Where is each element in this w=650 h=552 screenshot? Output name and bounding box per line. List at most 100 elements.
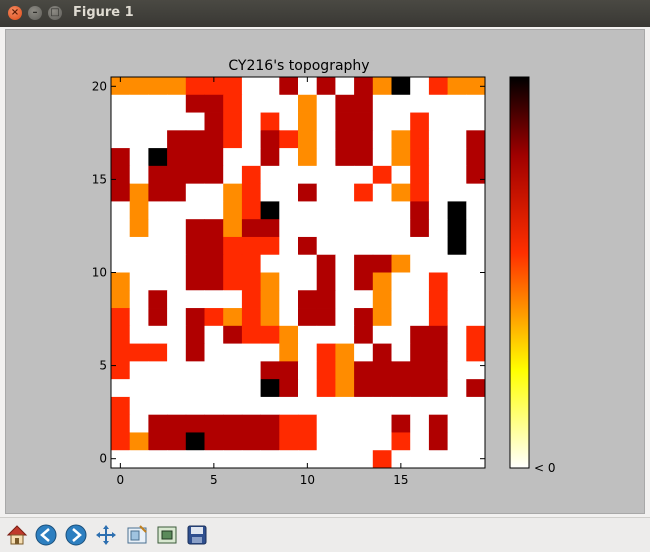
heatmap-cell	[185, 414, 205, 433]
heatmap-cell	[447, 379, 467, 398]
heatmap-cell	[148, 343, 168, 362]
save-icon[interactable]	[184, 522, 210, 548]
heatmap-cell	[185, 130, 205, 149]
x-tick-label: 5	[210, 473, 218, 487]
heatmap-cell	[372, 219, 392, 238]
heatmap-cell	[335, 165, 355, 185]
heatmap-cell	[410, 325, 430, 344]
heatmap-cell	[279, 272, 299, 291]
minimize-icon[interactable]: –	[28, 6, 42, 20]
heatmap-cell	[185, 308, 205, 327]
heatmap-cell	[372, 308, 392, 327]
heatmap-cell	[279, 379, 299, 398]
heatmap-cell	[241, 112, 261, 131]
forward-arrow-icon[interactable]	[63, 522, 89, 548]
zoom-rect-icon[interactable]	[154, 522, 180, 548]
heatmap-cell	[167, 148, 187, 167]
back-arrow-icon[interactable]	[33, 522, 59, 548]
heatmap-cell	[148, 112, 168, 131]
heatmap-cell	[279, 432, 299, 451]
heatmap-cell	[410, 130, 430, 149]
heatmap-cell	[279, 308, 299, 327]
heatmap-cell	[410, 343, 430, 362]
heatmap-cell	[335, 112, 355, 131]
heatmap-cell	[167, 254, 187, 273]
heatmap-cell	[223, 254, 243, 273]
heatmap-cell	[129, 432, 149, 451]
heatmap-cell	[466, 236, 486, 256]
heatmap-cell	[223, 325, 243, 344]
heatmap-cell	[372, 290, 392, 309]
y-tick-label: 5	[99, 359, 107, 373]
heatmap-cell	[204, 130, 224, 149]
heatmap-cell	[148, 201, 168, 220]
maximize-icon[interactable]: □	[48, 6, 62, 20]
heatmap-cell	[279, 165, 299, 185]
heatmap-cell	[204, 290, 224, 309]
heatmap-cell	[148, 148, 168, 167]
heatmap-cell	[298, 379, 318, 398]
heatmap-cell	[167, 414, 187, 433]
heatmap-cell	[260, 94, 280, 113]
heatmap-cell	[298, 396, 318, 416]
heatmap-cell	[391, 308, 411, 327]
heatmap-cell	[410, 379, 430, 398]
heatmap-cell	[129, 219, 149, 238]
heatmap-cell	[466, 450, 486, 469]
heatmap-cell	[354, 450, 374, 469]
heatmap-cell	[129, 414, 149, 433]
heatmap-cell	[335, 201, 355, 220]
heatmap-cell	[167, 165, 187, 185]
heatmap-cell	[111, 290, 131, 309]
heatmap-cell	[148, 450, 168, 469]
heatmap-cell	[428, 396, 448, 416]
heatmap-cell	[129, 94, 149, 113]
close-icon[interactable]: ×	[8, 6, 22, 20]
heatmap-cell	[391, 94, 411, 113]
heatmap-cell	[391, 396, 411, 416]
heatmap-cell	[354, 148, 374, 167]
subplots-icon[interactable]	[124, 522, 150, 548]
heatmap-cell	[223, 165, 243, 185]
home-icon[interactable]	[4, 522, 30, 548]
heatmap-cell	[279, 254, 299, 273]
heatmap-cell	[410, 94, 430, 113]
figure-canvas[interactable]: CY216's topography 0 5 10 15 0 5 10 15 20 < 0	[5, 29, 645, 514]
heatmap-cell	[335, 254, 355, 273]
heatmap-cell	[241, 290, 261, 309]
heatmap-cell	[466, 94, 486, 113]
heatmap-cell	[466, 414, 486, 433]
colorbar-label: < 0	[534, 461, 556, 475]
heatmap-cell	[167, 432, 187, 451]
heatmap-cell	[279, 201, 299, 220]
heatmap-cell	[447, 343, 467, 362]
heatmap-cell	[204, 432, 224, 451]
heatmap-cell	[391, 148, 411, 167]
pan-icon[interactable]	[93, 522, 119, 548]
heatmap-cell	[167, 325, 187, 344]
heatmap-cell	[391, 325, 411, 344]
heatmap-cell	[223, 130, 243, 149]
heatmap-cell	[428, 272, 448, 291]
heatmap-cell	[167, 219, 187, 238]
heatmap-cell	[428, 94, 448, 113]
heatmap-cell	[428, 236, 448, 256]
heatmap-cell	[447, 290, 467, 309]
heatmap-cell	[391, 130, 411, 149]
heatmap-cell	[148, 290, 168, 309]
heatmap-cell	[466, 396, 486, 416]
heatmap-cell	[410, 165, 430, 185]
heatmap-cell	[354, 130, 374, 149]
heatmap-cell	[260, 379, 280, 398]
heatmap-cell	[148, 414, 168, 433]
heatmap-cell	[335, 272, 355, 291]
heatmap-cell	[279, 130, 299, 149]
heatmap-cell	[335, 148, 355, 167]
heatmap-cell	[372, 396, 392, 416]
heatmap-cell	[204, 183, 224, 202]
heatmap-cell	[204, 379, 224, 398]
heatmap-cell	[466, 343, 486, 362]
heatmap-cell	[447, 236, 467, 256]
heatmap-cell	[129, 396, 149, 416]
heatmap-cell	[111, 201, 131, 220]
